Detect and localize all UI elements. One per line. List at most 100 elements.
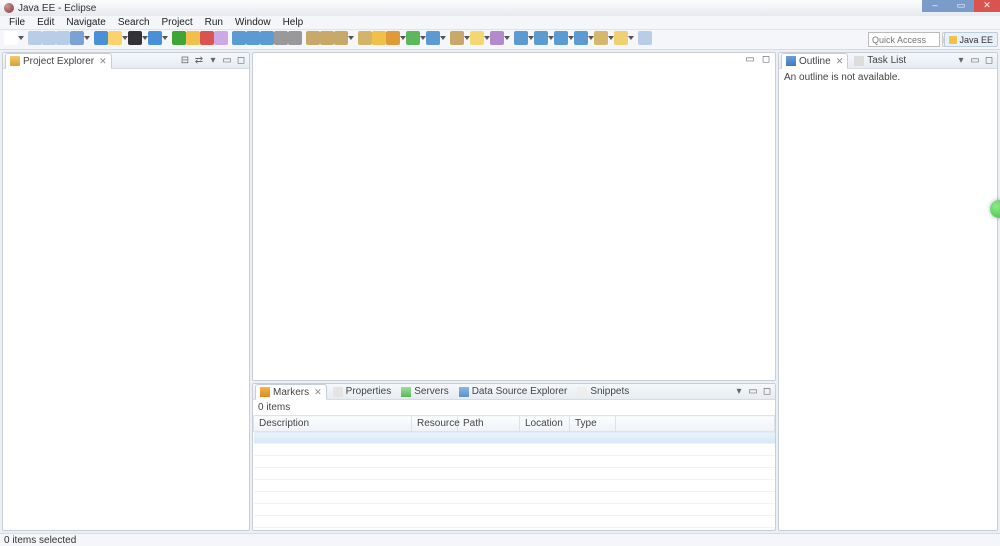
markers-tab[interactable]: Markers ✕ — [255, 384, 327, 400]
properties-tab[interactable]: Properties — [329, 384, 396, 400]
toolbar-dropdown-8[interactable] — [162, 31, 168, 45]
toolbar-button-31[interactable] — [554, 31, 568, 45]
editor-maximize-button[interactable]: ◻ — [760, 54, 772, 66]
close-button[interactable]: ✕ — [974, 0, 1000, 12]
quick-access-input[interactable] — [868, 32, 940, 47]
toolbar-button-5[interactable] — [94, 31, 108, 45]
toolbar-dropdown-26[interactable] — [464, 31, 470, 45]
toolbar-button-12[interactable] — [214, 31, 228, 45]
toolbar-button-9[interactable] — [172, 31, 186, 45]
toolbar-button-26[interactable] — [450, 31, 464, 45]
toolbar-button-3[interactable] — [56, 31, 70, 45]
toolbar-button-28[interactable] — [490, 31, 504, 45]
toolbar-button-30[interactable] — [534, 31, 548, 45]
perspective-javaee-button[interactable]: Java EE — [944, 32, 998, 47]
toolbar-button-29[interactable] — [514, 31, 528, 45]
toolbar-button-15[interactable] — [260, 31, 274, 45]
toolbar-dropdown-33[interactable] — [608, 31, 614, 45]
bottom-view-menu-button[interactable]: ▾ — [733, 386, 745, 398]
toolbar-dropdown-6[interactable] — [122, 31, 128, 45]
toolbar-button-27[interactable] — [470, 31, 484, 45]
table-row[interactable] — [254, 468, 775, 480]
menu-navigate[interactable]: Navigate — [61, 17, 110, 28]
toolbar-dropdown-24[interactable] — [420, 31, 426, 45]
toolbar-button-32[interactable] — [574, 31, 588, 45]
toolbar-dropdown-20[interactable] — [348, 31, 354, 45]
table-row[interactable] — [254, 456, 775, 468]
bottom-minimize-button[interactable]: ▭ — [747, 386, 759, 398]
snippets-tab[interactable]: Snippets — [573, 384, 633, 400]
toolbar-dropdown-23[interactable] — [400, 31, 406, 45]
toolbar-button-18[interactable] — [306, 31, 320, 45]
toolbar-button-25[interactable] — [426, 31, 440, 45]
editor-minimize-button[interactable]: ▭ — [744, 54, 756, 66]
toolbar-button-2[interactable] — [42, 31, 56, 45]
outline-tab[interactable]: Outline ✕ — [781, 53, 848, 69]
toolbar-button-13[interactable] — [232, 31, 246, 45]
editor-area[interactable]: ▭ ◻ — [252, 52, 776, 381]
maximize-view-button[interactable]: ◻ — [235, 55, 247, 67]
bottom-maximize-button[interactable]: ◻ — [761, 386, 773, 398]
toolbar-button-22[interactable] — [372, 31, 386, 45]
toolbar-button-19[interactable] — [320, 31, 334, 45]
toolbar-button-11[interactable] — [200, 31, 214, 45]
toolbar-dropdown-32[interactable] — [588, 31, 594, 45]
menu-run[interactable]: Run — [200, 17, 228, 28]
toolbar-button-33[interactable] — [594, 31, 608, 45]
collapse-all-button[interactable]: ⊟ — [179, 55, 191, 67]
toolbar-button-0[interactable] — [4, 31, 18, 45]
table-row[interactable] — [254, 504, 775, 516]
outline-maximize-button[interactable]: ◻ — [983, 55, 995, 67]
toolbar-button-10[interactable] — [186, 31, 200, 45]
toolbar-dropdown-29[interactable] — [528, 31, 534, 45]
toolbar-button-6[interactable] — [108, 31, 122, 45]
col-path[interactable]: Path — [458, 416, 520, 432]
col-resource[interactable]: Resource — [412, 416, 458, 432]
project-explorer-close-icon[interactable]: ✕ — [99, 56, 107, 67]
outline-close-icon[interactable]: ✕ — [836, 56, 844, 67]
toolbar-button-35[interactable] — [638, 31, 652, 45]
toolbar-dropdown-28[interactable] — [504, 31, 510, 45]
markers-close-icon[interactable]: ✕ — [314, 387, 322, 398]
table-row[interactable] — [254, 492, 775, 504]
toolbar-dropdown-0[interactable] — [18, 31, 24, 45]
table-row[interactable] — [254, 480, 775, 492]
menu-help[interactable]: Help — [278, 17, 309, 28]
servers-tab[interactable]: Servers — [397, 384, 452, 400]
toolbar-button-1[interactable] — [28, 31, 42, 45]
menu-project[interactable]: Project — [157, 17, 198, 28]
col-description[interactable]: Description — [254, 416, 412, 432]
outline-view-menu-button[interactable]: ▾ — [955, 55, 967, 67]
col-type[interactable]: Type — [570, 416, 616, 432]
toolbar-button-4[interactable] — [70, 31, 84, 45]
link-with-editor-button[interactable]: ⇄ — [193, 55, 205, 67]
data-source-explorer-tab[interactable]: Data Source Explorer — [455, 384, 572, 400]
toolbar-dropdown-7[interactable] — [142, 31, 148, 45]
toolbar-dropdown-30[interactable] — [548, 31, 554, 45]
toolbar-button-20[interactable] — [334, 31, 348, 45]
menu-window[interactable]: Window — [230, 17, 276, 28]
toolbar-button-34[interactable] — [614, 31, 628, 45]
table-row[interactable] — [254, 516, 775, 528]
table-row[interactable] — [254, 432, 775, 444]
view-menu-button[interactable]: ▾ — [207, 55, 219, 67]
menu-search[interactable]: Search — [113, 17, 155, 28]
toolbar-button-21[interactable] — [358, 31, 372, 45]
toolbar-button-17[interactable] — [288, 31, 302, 45]
table-row[interactable] — [254, 444, 775, 456]
task-list-tab[interactable]: Task List — [850, 53, 910, 69]
maximize-button[interactable]: ▭ — [948, 0, 974, 12]
toolbar-button-16[interactable] — [274, 31, 288, 45]
col-location[interactable]: Location — [520, 416, 570, 432]
toolbar-dropdown-34[interactable] — [628, 31, 634, 45]
toolbar-dropdown-4[interactable] — [84, 31, 90, 45]
toolbar-dropdown-31[interactable] — [568, 31, 574, 45]
project-explorer-tab[interactable]: Project Explorer ✕ — [5, 53, 112, 69]
menu-file[interactable]: File — [4, 17, 30, 28]
project-explorer-body[interactable] — [3, 69, 249, 530]
toolbar-dropdown-25[interactable] — [440, 31, 446, 45]
menu-edit[interactable]: Edit — [32, 17, 59, 28]
toolbar-dropdown-27[interactable] — [484, 31, 490, 45]
toolbar-button-7[interactable] — [128, 31, 142, 45]
minimize-view-button[interactable]: ▭ — [221, 55, 233, 67]
